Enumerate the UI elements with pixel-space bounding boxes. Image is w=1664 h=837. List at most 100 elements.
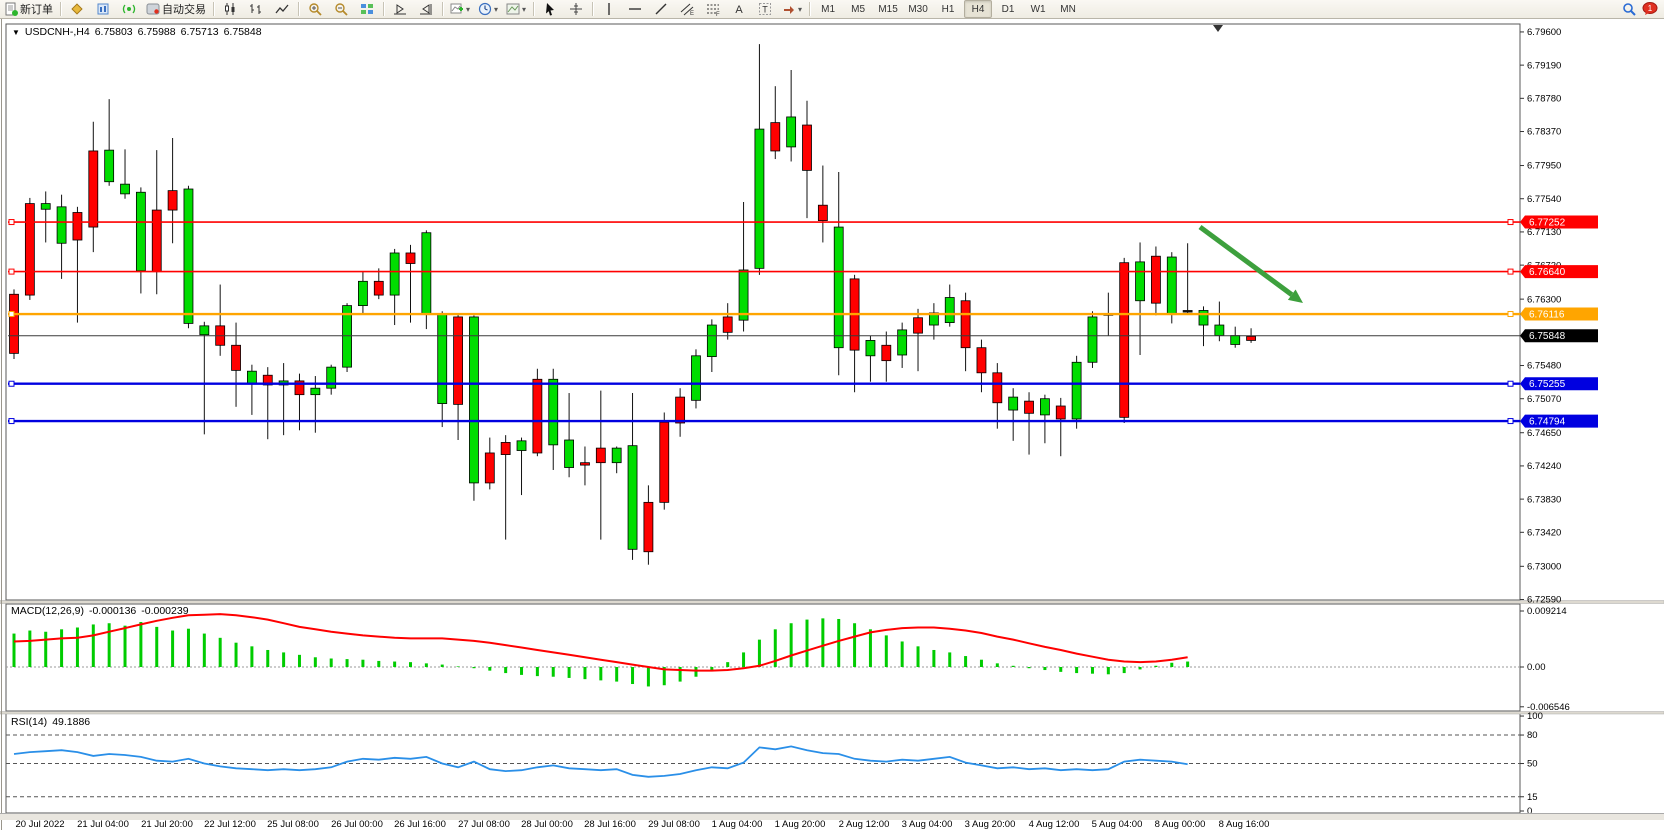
collapse-icon[interactable]: ▼: [12, 28, 20, 37]
candle: [25, 198, 34, 300]
toolbar-separator: [383, 2, 384, 16]
macd-legend: MACD(12,26,9) -0.000136 -0.000239: [11, 605, 189, 617]
candle-body: [168, 191, 177, 210]
chart-window: 6.796006.791906.787806.783706.779506.775…: [0, 18, 1664, 837]
pane-splitter[interactable]: [0, 712, 1664, 715]
resistance-2-handle[interactable]: [9, 269, 14, 274]
signals-button[interactable]: [117, 0, 141, 18]
auto-trading-button[interactable]: 自动交易: [143, 0, 209, 18]
time-axis-label: 26 Jul 16:00: [394, 819, 446, 830]
text-button[interactable]: A: [727, 0, 751, 18]
candle-body: [73, 212, 82, 240]
svg-text:F: F: [716, 12, 720, 16]
price-axis-label: 6.77130: [1527, 227, 1561, 238]
textt-icon: T: [758, 2, 772, 16]
mt4-terminal: 新订单 自动交易 ▾ ▾ ▾ E F AT ▾ M1 M5 M15 M30 H1 H4 D1 W…: [0, 0, 1664, 837]
candle-body: [549, 379, 558, 445]
pivot-orange-handle[interactable]: [9, 312, 14, 317]
candle-body: [422, 233, 431, 315]
time-axis-label: 22 Jul 12:00: [204, 819, 256, 830]
chevron-down-icon[interactable]: ▾: [466, 5, 470, 14]
zoom-out-button[interactable]: [329, 0, 353, 18]
indicators-button[interactable]: ▾: [447, 0, 473, 18]
timeframe-m5[interactable]: M5: [844, 0, 872, 18]
toolbar-separator: [442, 2, 443, 16]
resistance-2-handle[interactable]: [1508, 269, 1513, 274]
timeframe-w1[interactable]: W1: [1024, 0, 1052, 18]
pivot-orange-handle[interactable]: [1508, 312, 1513, 317]
horizontal-line-button[interactable]: [623, 0, 647, 18]
crosshair-button[interactable]: [564, 0, 588, 18]
timeframe-m30[interactable]: M30: [904, 0, 932, 18]
candle: [1072, 356, 1081, 429]
templates-button[interactable]: ▾: [503, 0, 529, 18]
search-icon[interactable]: [1622, 2, 1636, 16]
candle-body: [723, 317, 732, 332]
timeframe-mn[interactable]: MN: [1054, 0, 1082, 18]
chart-canvas[interactable]: 6.796006.791906.787806.783706.779506.775…: [0, 18, 1664, 837]
periods-button[interactable]: ▾: [475, 0, 501, 18]
time-axis-label: 21 Jul 20:00: [141, 819, 193, 830]
candle: [10, 289, 19, 359]
candle-body: [41, 204, 50, 210]
timeframe-h1[interactable]: H1: [934, 0, 962, 18]
equidistant-channel-button[interactable]: E: [675, 0, 699, 18]
chevron-down-icon[interactable]: ▾: [522, 5, 526, 14]
resistance-1-handle[interactable]: [1508, 220, 1513, 225]
blue-chart-icon: [96, 2, 110, 16]
support-2-handle[interactable]: [1508, 419, 1513, 424]
support-2-handle[interactable]: [9, 419, 14, 424]
vertical-line-button[interactable]: [597, 0, 621, 18]
fibonacci-button[interactable]: F: [701, 0, 725, 18]
candle-body: [898, 330, 907, 355]
time-axis-label: 1 Aug 04:00: [712, 819, 763, 830]
chart-bars-button[interactable]: [244, 0, 268, 18]
rsi-value: 49.1886: [52, 716, 90, 728]
candle-body: [1056, 406, 1065, 419]
chart-line-button[interactable]: [270, 0, 294, 18]
notifications-icon[interactable]: 1: [1642, 2, 1658, 16]
text-label-button[interactable]: T: [753, 0, 777, 18]
candle: [469, 315, 478, 500]
crosshair-icon: [569, 2, 583, 16]
timeframe-d1[interactable]: D1: [994, 0, 1022, 18]
timeframe-m15[interactable]: M15: [874, 0, 902, 18]
resistance-2-price-tag-label: 6.76640: [1529, 267, 1566, 278]
candle: [533, 369, 542, 456]
chart-candles-button[interactable]: [218, 0, 242, 18]
timeframe-m1[interactable]: M1: [814, 0, 842, 18]
candle-body: [1040, 399, 1049, 415]
chart-window-button[interactable]: [91, 0, 115, 18]
support-1-handle[interactable]: [1508, 381, 1513, 386]
notification-badge: 1: [1648, 4, 1653, 13]
market-watch-button[interactable]: [65, 0, 89, 18]
hline-icon: [628, 2, 642, 16]
auto-scroll-button[interactable]: [388, 0, 412, 18]
arrows-button[interactable]: ▾: [779, 0, 805, 18]
candle-body: [501, 442, 510, 454]
chevron-down-icon[interactable]: ▾: [494, 5, 498, 14]
candle-body: [596, 448, 605, 463]
pane-splitter[interactable]: [0, 601, 1664, 604]
rsi-axis-label: 15: [1527, 792, 1538, 803]
resistance-1-handle[interactable]: [9, 220, 14, 225]
price-axis-label: 6.77950: [1527, 161, 1561, 172]
chart-shift-button[interactable]: [414, 0, 438, 18]
timeframe-h4[interactable]: H4: [964, 0, 992, 18]
rsi-axis-label: 80: [1527, 730, 1538, 741]
support-1-handle[interactable]: [9, 381, 14, 386]
zoom-in-button[interactable]: [303, 0, 327, 18]
price-axis-label: 6.74240: [1527, 461, 1561, 472]
time-axis-label: 28 Jul 16:00: [584, 819, 636, 830]
toolbar-separator: [298, 2, 299, 16]
cursor-button[interactable]: [538, 0, 562, 18]
rsi-label: RSI(14): [11, 716, 47, 728]
new-order-button[interactable]: 新订单: [1, 0, 56, 18]
price-axis-label: 6.75070: [1527, 394, 1561, 405]
trendline-button[interactable]: [649, 0, 673, 18]
tile-windows-button[interactable]: [355, 0, 379, 18]
chevron-down-icon[interactable]: ▾: [798, 5, 802, 14]
candle-body: [1088, 317, 1097, 362]
candle-body: [10, 294, 19, 353]
candle-body: [390, 253, 399, 295]
